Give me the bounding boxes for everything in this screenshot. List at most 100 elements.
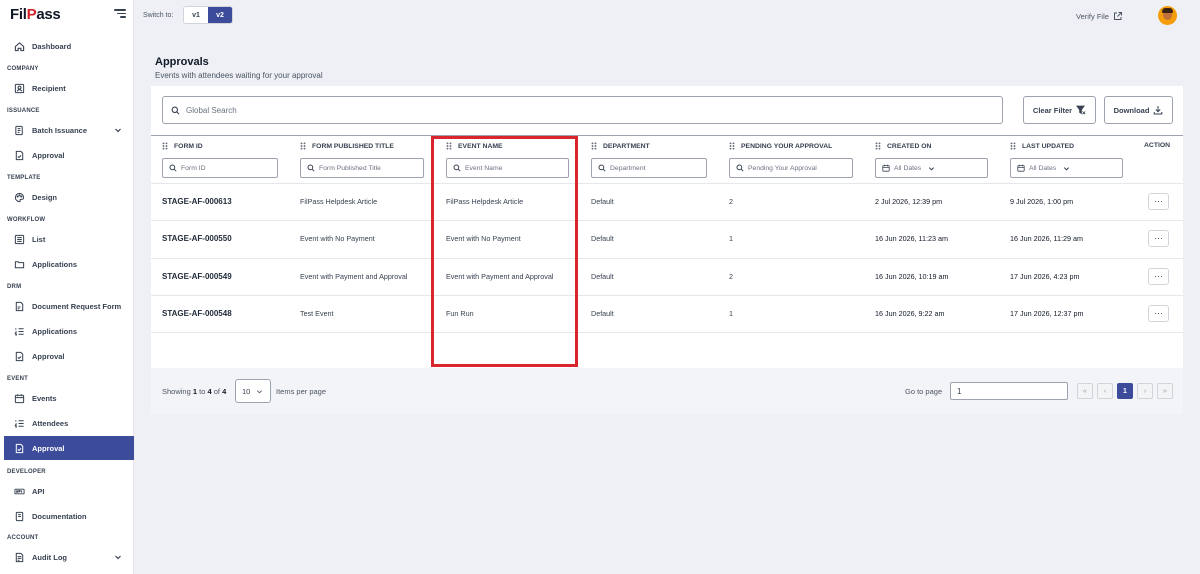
next-page-button[interactable]: › (1137, 383, 1153, 399)
cell-created-on: 16 Jun 2026, 11:23 am (875, 234, 948, 243)
drag-handle-icon[interactable] (875, 142, 881, 150)
download-button[interactable]: Download (1104, 96, 1173, 124)
section-issuance: ISSUANCE (7, 108, 40, 114)
pagination-summary: Showing 1 to 4 of 4 (162, 387, 227, 396)
cell-form-title: Event with No Payment (300, 234, 375, 243)
search-icon (307, 164, 315, 172)
audit-log-icon (14, 552, 25, 563)
row-action-menu-button[interactable]: ··· (1148, 230, 1169, 247)
section-developer: DEVELOPER (7, 469, 46, 475)
sidebar-item-document-request-form[interactable]: Document Request Form (4, 294, 134, 318)
table-row-divider (151, 183, 1183, 184)
sidebar-item-design[interactable]: Design (4, 185, 134, 209)
filter-department-input[interactable]: Department (591, 158, 707, 178)
search-icon (171, 106, 180, 114)
sidebar-item-batch-issuance[interactable]: Batch Issuance (4, 118, 134, 142)
column-header-action: ACTION (1144, 142, 1171, 149)
filter-created-on-select[interactable]: All Dates (875, 158, 988, 178)
cell-department: Default (591, 272, 614, 281)
search-icon (598, 164, 606, 172)
sidebar-item-attendees[interactable]: Attendees (4, 411, 134, 435)
table-row-divider (151, 295, 1183, 296)
drag-handle-icon[interactable] (162, 142, 168, 150)
cell-last-updated: 17 Jun 2026, 12:37 pm (1010, 309, 1084, 318)
sidebar-item-api[interactable]: API (4, 479, 134, 503)
items-per-page-select[interactable]: 10 (235, 379, 271, 403)
drag-handle-icon[interactable] (591, 142, 597, 150)
sidebar-item-documentation[interactable]: Documentation (4, 504, 134, 528)
table-row-divider (151, 332, 1183, 333)
items-per-page-label: Items per page (276, 387, 327, 396)
global-search-input[interactable]: Global Search (162, 96, 1003, 124)
chevron-down-icon (257, 389, 263, 394)
approval-document-icon (14, 150, 25, 161)
cell-pending: 1 (729, 309, 733, 318)
download-icon (1154, 106, 1163, 115)
section-template: TEMPLATE (7, 175, 41, 181)
clear-filter-button[interactable]: Clear Filter (1023, 96, 1096, 124)
cell-pending: 2 (729, 197, 733, 206)
sidebar-item-dashboard[interactable]: Dashboard (4, 34, 134, 58)
sidebar-item-events[interactable]: Events (4, 386, 134, 410)
filpass-logo[interactable]: FilPass (10, 6, 61, 23)
last-page-button[interactable]: » (1157, 383, 1173, 399)
palette-icon (14, 192, 25, 203)
column-header-created-on[interactable]: CREATED ON (875, 142, 931, 150)
calendar-icon (14, 393, 25, 404)
cell-department: Default (591, 197, 614, 206)
column-header-department[interactable]: DEPARTMENT (591, 142, 650, 150)
page-1-button[interactable]: 1 (1117, 383, 1133, 399)
user-avatar[interactable] (1158, 6, 1177, 25)
verify-file-link[interactable]: Verify File (1076, 11, 1123, 21)
cell-last-updated: 9 Jul 2026, 1:00 pm (1010, 197, 1074, 206)
filter-form-id-input[interactable]: Form ID (162, 158, 278, 178)
filter-form-title-input[interactable]: Form Published Title (300, 158, 424, 178)
search-icon (169, 164, 177, 172)
sidebar-item-audit-log[interactable]: Audit Log (4, 545, 134, 569)
form-edit-icon (14, 301, 25, 312)
first-page-button[interactable]: « (1077, 383, 1093, 399)
sidebar-item-issuance-approval[interactable]: Approval (4, 143, 134, 167)
column-header-form-id[interactable]: FORM ID (162, 142, 203, 150)
calendar-icon (882, 164, 890, 172)
folder-icon (14, 259, 25, 270)
row-action-menu-button[interactable]: ··· (1148, 268, 1169, 285)
chevron-down-icon (929, 166, 935, 171)
prev-page-button[interactable]: ‹ (1097, 383, 1113, 399)
row-action-menu-button[interactable]: ··· (1148, 305, 1169, 322)
column-header-last-updated[interactable]: LAST UPDATED (1010, 142, 1074, 150)
cell-form-id: STAGE-AF-000550 (162, 234, 232, 243)
batch-document-icon (14, 125, 25, 136)
sidebar-item-event-approval[interactable]: Approval (4, 436, 134, 460)
version-v2-button[interactable]: v2 (208, 7, 232, 23)
sidebar-collapse-icon[interactable] (114, 9, 126, 19)
sidebar-item-recipient[interactable]: Recipient (4, 76, 134, 100)
drag-handle-icon[interactable] (300, 142, 306, 150)
home-icon (14, 41, 25, 52)
search-icon (736, 164, 744, 172)
section-event: EVENT (7, 376, 29, 382)
version-v1-button[interactable]: v1 (184, 7, 208, 23)
external-link-icon (1113, 12, 1122, 20)
calendar-icon (1017, 164, 1025, 172)
table-header-divider (151, 135, 1183, 136)
column-header-pending[interactable]: PENDING YOUR APPROVAL (729, 142, 832, 150)
row-action-menu-button[interactable]: ··· (1148, 193, 1169, 210)
sidebar-item-list[interactable]: List (4, 227, 134, 251)
filter-last-updated-select[interactable]: All Dates (1010, 158, 1123, 178)
column-header-form-title[interactable]: FORM PUBLISHED TITLE (300, 142, 394, 150)
drag-handle-icon[interactable] (729, 142, 735, 150)
filter-pending-input[interactable]: Pending Your Approval (729, 158, 853, 178)
cell-department: Default (591, 309, 614, 318)
version-switch: v1 v2 (183, 6, 233, 24)
cell-created-on: 2 Jul 2026, 12:39 pm (875, 197, 943, 206)
page-title: Approvals (155, 56, 209, 68)
sidebar-item-drm-applications[interactable]: Applications (4, 319, 134, 343)
page-subtitle: Events with attendees waiting for your a… (155, 71, 323, 80)
sidebar-item-workflow-applications[interactable]: Applications (4, 252, 134, 276)
goto-page-input[interactable]: 1 (950, 382, 1068, 400)
drag-handle-icon[interactable] (1010, 142, 1016, 150)
cell-form-id: STAGE-AF-000548 (162, 309, 232, 318)
sidebar: FilPass Dashboard COMPANY Recipient ISSU… (0, 0, 134, 574)
sidebar-item-drm-approval[interactable]: Approval (4, 344, 134, 368)
